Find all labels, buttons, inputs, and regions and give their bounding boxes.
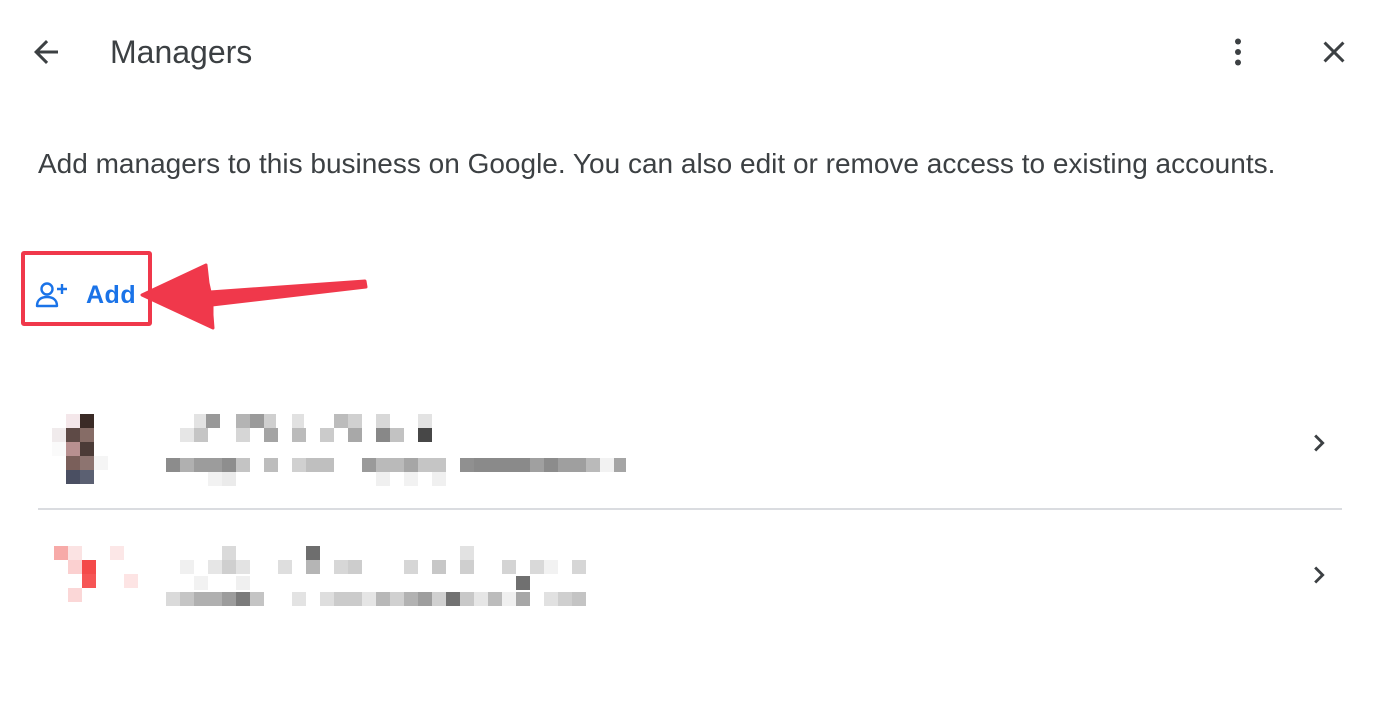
avatar [52,414,112,488]
chevron-right-icon [1302,558,1336,592]
back-button[interactable] [22,28,70,76]
header: Managers [0,0,1378,104]
managers-panel: Managers Add managers to this business o… [0,0,1378,708]
chevron-right-icon [1302,426,1336,460]
more-vert-icon [1235,38,1241,66]
close-button[interactable] [1310,28,1358,76]
manager-row[interactable] [38,508,1342,640]
close-icon [1323,41,1345,63]
manager-name-redacted [166,414,626,486]
person-add-icon [35,282,67,308]
arrow-back-icon [34,40,58,64]
avatar [52,546,138,620]
arrow-annotation-icon [140,263,368,330]
managers-list [38,378,1342,640]
manager-name-redacted [166,546,586,606]
description-text: Add managers to this business on Google.… [38,148,1276,179]
manager-row[interactable] [38,378,1342,508]
page-title: Managers [110,34,253,70]
add-button-label: Add [86,280,137,309]
add-manager-button[interactable]: Add [34,270,136,320]
more-options-button[interactable] [1214,28,1262,76]
